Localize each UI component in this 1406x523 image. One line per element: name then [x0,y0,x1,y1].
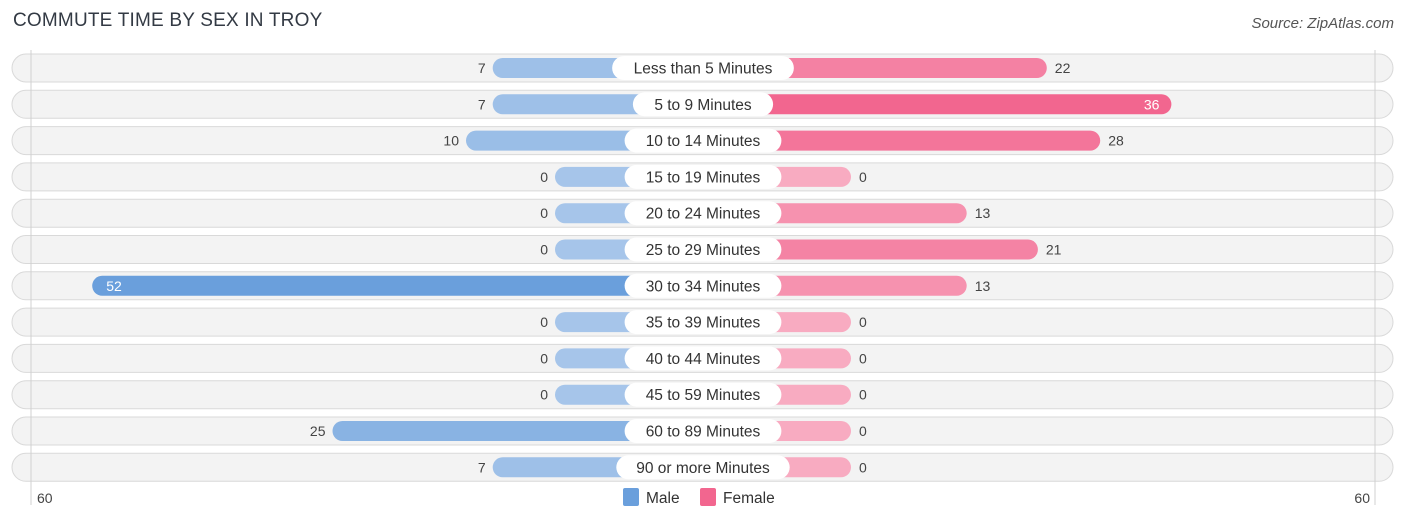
axis-label-left: 60 [37,490,53,506]
male-value-label: 7 [478,96,486,112]
rows-group: 7 22 Less than 5 Minutes 7 36 5 to 9 Minutes 1… [11,53,1394,482]
female-value-label: 0 [859,169,867,185]
category-label: 5 to 9 Minutes [654,97,752,114]
male-value-label: 0 [540,387,548,403]
category-row: 0 0 35 to 39 Minutes [11,307,1394,337]
category-row: 10 28 10 to 14 Minutes [11,126,1394,156]
legend-swatch-female [700,488,716,506]
category-label: 60 to 89 Minutes [646,424,761,441]
female-value-label: 13 [975,278,991,294]
male-value-label: 7 [478,459,486,475]
female-value-label: 0 [859,350,867,366]
female-value-label: 13 [975,205,991,221]
legend-swatch-male [623,488,639,506]
category-row: 0 0 15 to 19 Minutes [11,162,1394,192]
category-label: Less than 5 Minutes [634,61,773,78]
male-value-label: 0 [540,169,548,185]
male-value-label: 25 [310,423,326,439]
male-value-label: 0 [540,242,548,258]
legend: Male Female [623,488,775,507]
male-bar[interactable] [92,275,703,296]
female-value-label: 0 [859,387,867,403]
category-label: 45 to 59 Minutes [646,387,761,404]
axis-label-right: 60 [1354,490,1370,506]
chart-area: 7 22 Less than 5 Minutes 7 36 5 to 9 Minutes 1… [11,50,1394,507]
category-row: 52 13 30 to 34 Minutes [11,271,1394,301]
category-row: 0 21 25 to 29 Minutes [11,235,1394,264]
category-label: 10 to 14 Minutes [646,133,761,150]
category-label: 40 to 44 Minutes [646,351,761,368]
male-value-label: 10 [443,133,459,149]
category-row: 0 0 45 to 59 Minutes [11,380,1394,410]
category-row: 7 0 90 or more Minutes [11,452,1394,482]
category-label: 35 to 39 Minutes [646,315,761,332]
female-value-label: 28 [1108,133,1124,149]
category-row: 7 36 5 to 9 Minutes [11,89,1394,119]
legend-label-female: Female [723,490,775,507]
category-row: 25 0 60 to 89 Minutes [11,416,1394,446]
male-value-label: 7 [478,60,486,76]
category-row: 0 0 40 to 44 Minutes [11,343,1394,373]
female-value-label: 0 [859,423,867,439]
legend-label-male: Male [646,490,680,507]
female-value-label: 0 [859,314,867,330]
category-row: 0 13 20 to 24 Minutes [11,198,1394,228]
category-label: 25 to 29 Minutes [646,242,761,259]
category-label: 20 to 24 Minutes [646,206,761,223]
male-value-label: 0 [540,205,548,221]
female-value-label: 36 [1144,96,1160,112]
category-label: 30 to 34 Minutes [646,278,761,295]
female-value-label: 21 [1046,242,1062,258]
male-value-label: 52 [106,278,122,294]
female-value-label: 22 [1055,60,1071,76]
male-value-label: 0 [540,350,548,366]
category-row: 7 22 Less than 5 Minutes [11,53,1394,83]
category-label: 15 to 19 Minutes [646,169,761,186]
category-label: 90 or more Minutes [636,460,770,477]
male-value-label: 0 [540,314,548,330]
female-bar[interactable] [703,94,1172,115]
female-value-label: 0 [859,459,867,475]
